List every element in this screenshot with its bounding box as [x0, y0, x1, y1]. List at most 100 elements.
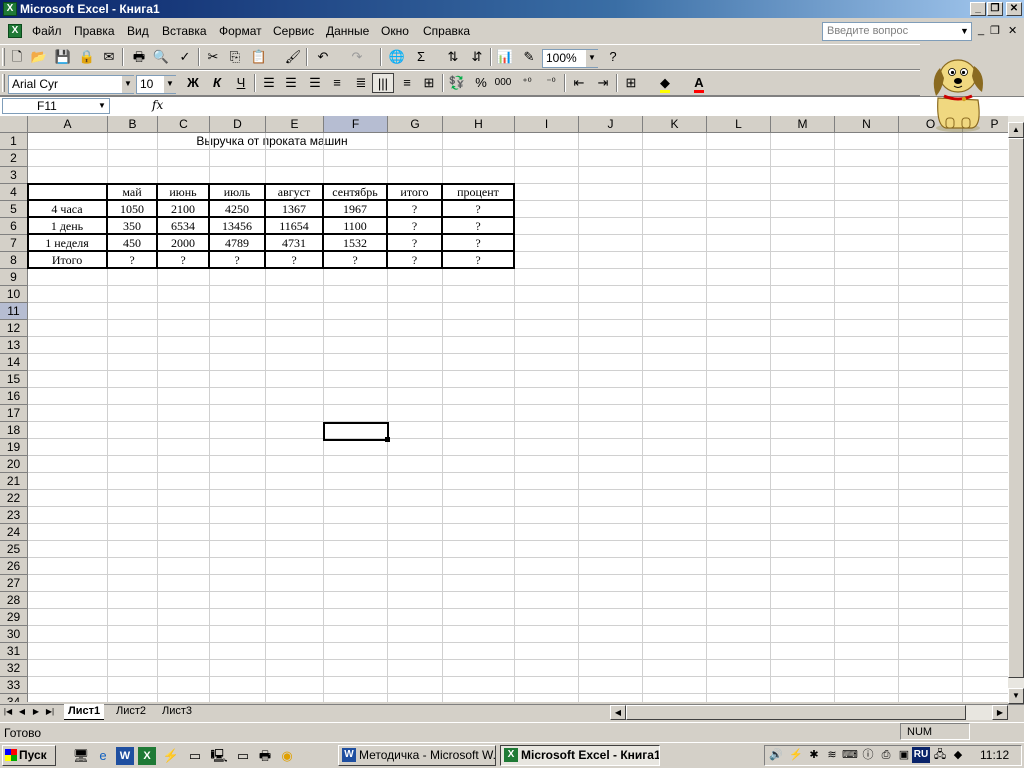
- update-icon[interactable]: ◆: [950, 747, 966, 763]
- tab-sheet2[interactable]: Лист2: [112, 704, 150, 720]
- row-header-8[interactable]: 8: [0, 252, 28, 269]
- cut-icon[interactable]: ✂: [202, 47, 224, 67]
- row-header-30[interactable]: 30: [0, 626, 28, 643]
- selected-cell[interactable]: [323, 422, 389, 441]
- copy-icon[interactable]: ⎘: [224, 47, 246, 67]
- row-header-32[interactable]: 32: [0, 660, 28, 677]
- internet-explorer-icon[interactable]: e: [94, 747, 112, 765]
- table-header-cell[interactable]: июнь: [158, 184, 210, 201]
- worksheet-grid[interactable]: Выручка от проката машин ABCDEFGHIJKLMNO…: [0, 116, 1008, 702]
- row-header-24[interactable]: 24: [0, 524, 28, 541]
- insert-function-icon[interactable]: fx: [152, 98, 163, 112]
- last-sheet-icon[interactable]: ▶|: [44, 706, 56, 719]
- language-indicator[interactable]: RU: [912, 747, 930, 763]
- font-combo[interactable]: Arial Cyr: [8, 75, 134, 94]
- vertical-align-icon[interactable]: |||: [372, 73, 394, 93]
- doc-close-icon[interactable]: ✕: [1008, 24, 1017, 37]
- open-icon[interactable]: 📂: [28, 47, 50, 67]
- undo-icon[interactable]: ↶: [312, 47, 334, 67]
- currency-icon[interactable]: 💱: [446, 73, 468, 93]
- keyboard-icon[interactable]: ⌨: [842, 747, 858, 763]
- menu-view[interactable]: Вид: [127, 24, 149, 38]
- borders-icon[interactable]: ⊞: [620, 73, 642, 93]
- office-icon[interactable]: ▣: [896, 747, 912, 763]
- table-header-cell[interactable]: [28, 184, 108, 201]
- help-icon[interactable]: ?: [602, 47, 624, 67]
- decrease-decimal-icon[interactable]: ⁻⁰: [540, 73, 562, 93]
- row-header-20[interactable]: 20: [0, 456, 28, 473]
- toolbar-grip[interactable]: [2, 74, 5, 92]
- wireless-icon[interactable]: ≋: [824, 747, 840, 763]
- merge-center-icon[interactable]: ⊞: [418, 73, 440, 93]
- column-header-f[interactable]: F: [324, 116, 388, 133]
- justify-icon[interactable]: ≡: [326, 73, 348, 93]
- fill-color-icon[interactable]: ◆: [654, 73, 676, 93]
- align-right-icon[interactable]: ☰: [304, 73, 326, 93]
- doc-minimize-icon[interactable]: _: [978, 24, 984, 36]
- distributed-icon[interactable]: ≣: [350, 73, 372, 93]
- menu-file[interactable]: Файл: [32, 24, 62, 38]
- table-cell[interactable]: 13456: [210, 218, 266, 235]
- table-cell[interactable]: 450: [108, 235, 158, 252]
- table-header-cell[interactable]: июль: [210, 184, 266, 201]
- column-header-c[interactable]: C: [158, 116, 210, 133]
- table-cell[interactable]: 1367: [266, 201, 324, 218]
- next-sheet-icon[interactable]: ▶: [30, 706, 42, 719]
- row-header-33[interactable]: 33: [0, 677, 28, 694]
- row-header-26[interactable]: 26: [0, 558, 28, 575]
- drawing-icon[interactable]: ✎: [518, 47, 540, 67]
- task-excel-workbook[interactable]: X Microsoft Excel - Книга1: [500, 745, 660, 766]
- table-cell[interactable]: 2100: [158, 201, 210, 218]
- excel-app-icon[interactable]: X: [3, 2, 17, 16]
- autosum-icon[interactable]: Σ: [410, 47, 432, 67]
- column-header-b[interactable]: B: [108, 116, 158, 133]
- table-cell[interactable]: 1967: [324, 201, 388, 218]
- scroll-down-icon[interactable]: ▼: [1008, 688, 1024, 704]
- tab-sheet3[interactable]: Лист3: [158, 704, 196, 720]
- row-header-2[interactable]: 2: [0, 150, 28, 167]
- table-cell[interactable]: ?: [388, 201, 443, 218]
- tool-icon[interactable]: ⚡: [162, 747, 180, 765]
- column-header-h[interactable]: H: [443, 116, 515, 133]
- save-icon[interactable]: 💾: [52, 47, 74, 67]
- align-left-icon[interactable]: ☰: [258, 73, 280, 93]
- table-cell[interactable]: 2000: [158, 235, 210, 252]
- table-header-cell[interactable]: итого: [388, 184, 443, 201]
- table-cell[interactable]: 1100: [324, 218, 388, 235]
- row-header-9[interactable]: 9: [0, 269, 28, 286]
- media-icon[interactable]: ◉: [278, 747, 296, 765]
- underline-button[interactable]: Ч: [230, 73, 252, 93]
- vertical-scroll-thumb[interactable]: [1008, 138, 1024, 678]
- table-cell[interactable]: 1532: [324, 235, 388, 252]
- maximize-button[interactable]: ❐: [987, 2, 1003, 16]
- document-icon[interactable]: X: [8, 24, 22, 38]
- column-header-l[interactable]: L: [707, 116, 771, 133]
- row-header-10[interactable]: 10: [0, 286, 28, 303]
- menu-edit[interactable]: Правка: [74, 24, 115, 38]
- table-cell[interactable]: ?: [158, 252, 210, 269]
- table-cell[interactable]: ?: [388, 218, 443, 235]
- printer-icon[interactable]: 🖶: [256, 747, 274, 765]
- menu-format[interactable]: Формат: [219, 24, 262, 38]
- increase-decimal-icon[interactable]: ⁺⁰: [516, 73, 538, 93]
- close-button[interactable]: ✕: [1006, 2, 1022, 16]
- chart-wizard-icon[interactable]: 📊: [494, 47, 516, 67]
- row-header-7[interactable]: 7: [0, 235, 28, 252]
- scroll-right-icon[interactable]: ▶: [992, 705, 1008, 720]
- menu-data[interactable]: Данные: [326, 24, 369, 38]
- fill-handle[interactable]: [385, 437, 390, 442]
- table-cell[interactable]: 1050: [108, 201, 158, 218]
- row-header-12[interactable]: 12: [0, 320, 28, 337]
- table-cell[interactable]: 4250: [210, 201, 266, 218]
- table-cell[interactable]: ?: [108, 252, 158, 269]
- paste-icon[interactable]: 📋: [248, 47, 270, 67]
- table-header-cell[interactable]: процент: [443, 184, 515, 201]
- row-header-15[interactable]: 15: [0, 371, 28, 388]
- table-cell[interactable]: ?: [324, 252, 388, 269]
- row-header-34[interactable]: 34: [0, 694, 28, 702]
- ask-question-dropdown-icon[interactable]: ▼: [958, 23, 971, 40]
- align-center-icon[interactable]: ☰: [280, 73, 302, 93]
- info-icon[interactable]: ⓘ: [860, 747, 876, 763]
- table-cell[interactable]: 6534: [158, 218, 210, 235]
- name-box-dropdown-icon[interactable]: ▼: [96, 99, 108, 113]
